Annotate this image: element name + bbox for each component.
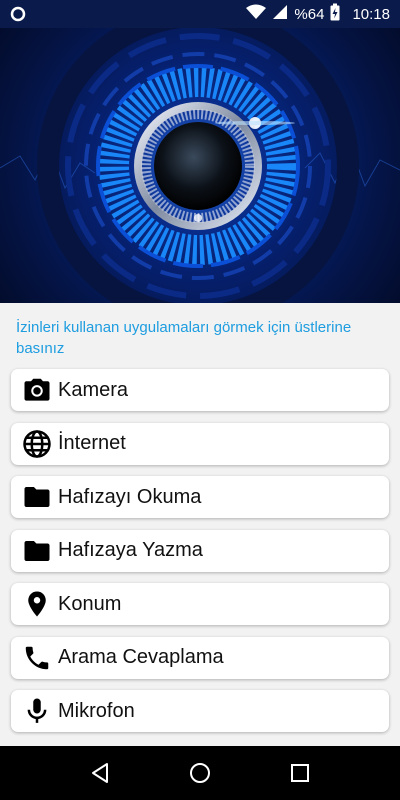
permission-label: Arama Cevaplama bbox=[58, 646, 224, 668]
permission-label: İnternet bbox=[58, 432, 126, 454]
phone-icon bbox=[20, 641, 54, 675]
signal-icon bbox=[272, 4, 288, 24]
permission-item-call-answer[interactable]: Arama Cevaplama bbox=[11, 636, 389, 679]
permission-item-internet[interactable]: İnternet bbox=[11, 422, 389, 465]
camera-icon bbox=[20, 373, 54, 407]
permission-item-storage-write[interactable]: Hafızaya Yazma bbox=[11, 529, 389, 572]
hero-eye-image bbox=[0, 28, 400, 303]
wifi-icon bbox=[246, 4, 267, 24]
permission-label: Hafızaya Yazma bbox=[58, 539, 203, 561]
home-button[interactable] bbox=[180, 753, 220, 793]
permission-list: Kamera İnternet Hafızayı Okuma Hafızaya … bbox=[11, 369, 389, 744]
notification-ring-icon bbox=[10, 6, 26, 22]
permission-label: Konum bbox=[58, 592, 122, 615]
status-bar: %64 10:18 bbox=[0, 0, 400, 28]
back-triangle-icon bbox=[92, 763, 108, 783]
permission-label: Mikrofon bbox=[58, 699, 135, 722]
permission-label: Hafızayı Okuma bbox=[58, 485, 202, 508]
home-circle-icon bbox=[190, 763, 210, 783]
microphone-icon bbox=[20, 694, 54, 728]
recents-square-icon bbox=[291, 764, 309, 782]
location-pin-icon bbox=[20, 587, 54, 621]
permissions-section: İzinleri kullanan uygulamaları görmek iç… bbox=[0, 303, 400, 746]
permission-item-camera[interactable]: Kamera bbox=[11, 369, 389, 411]
folder-icon bbox=[20, 480, 54, 514]
battery-percentage: %64 bbox=[294, 5, 325, 23]
eye-lens-illustration bbox=[0, 28, 400, 303]
permission-item-storage-read[interactable]: Hafızayı Okuma bbox=[11, 476, 389, 518]
globe-icon bbox=[20, 427, 54, 461]
permission-label: Kamera bbox=[58, 378, 129, 401]
permission-item-location[interactable]: Konum bbox=[11, 583, 389, 625]
folder-icon bbox=[20, 534, 54, 568]
navigation-bar bbox=[0, 746, 400, 800]
permission-item-microphone[interactable]: Mikrofon bbox=[11, 690, 389, 732]
back-button[interactable] bbox=[80, 753, 120, 793]
battery-charging-icon bbox=[330, 3, 340, 25]
recents-button[interactable] bbox=[280, 753, 320, 793]
status-time: 10:18 bbox=[352, 5, 390, 23]
hint-text: İzinleri kullanan uygulamaları görmek iç… bbox=[16, 319, 352, 357]
